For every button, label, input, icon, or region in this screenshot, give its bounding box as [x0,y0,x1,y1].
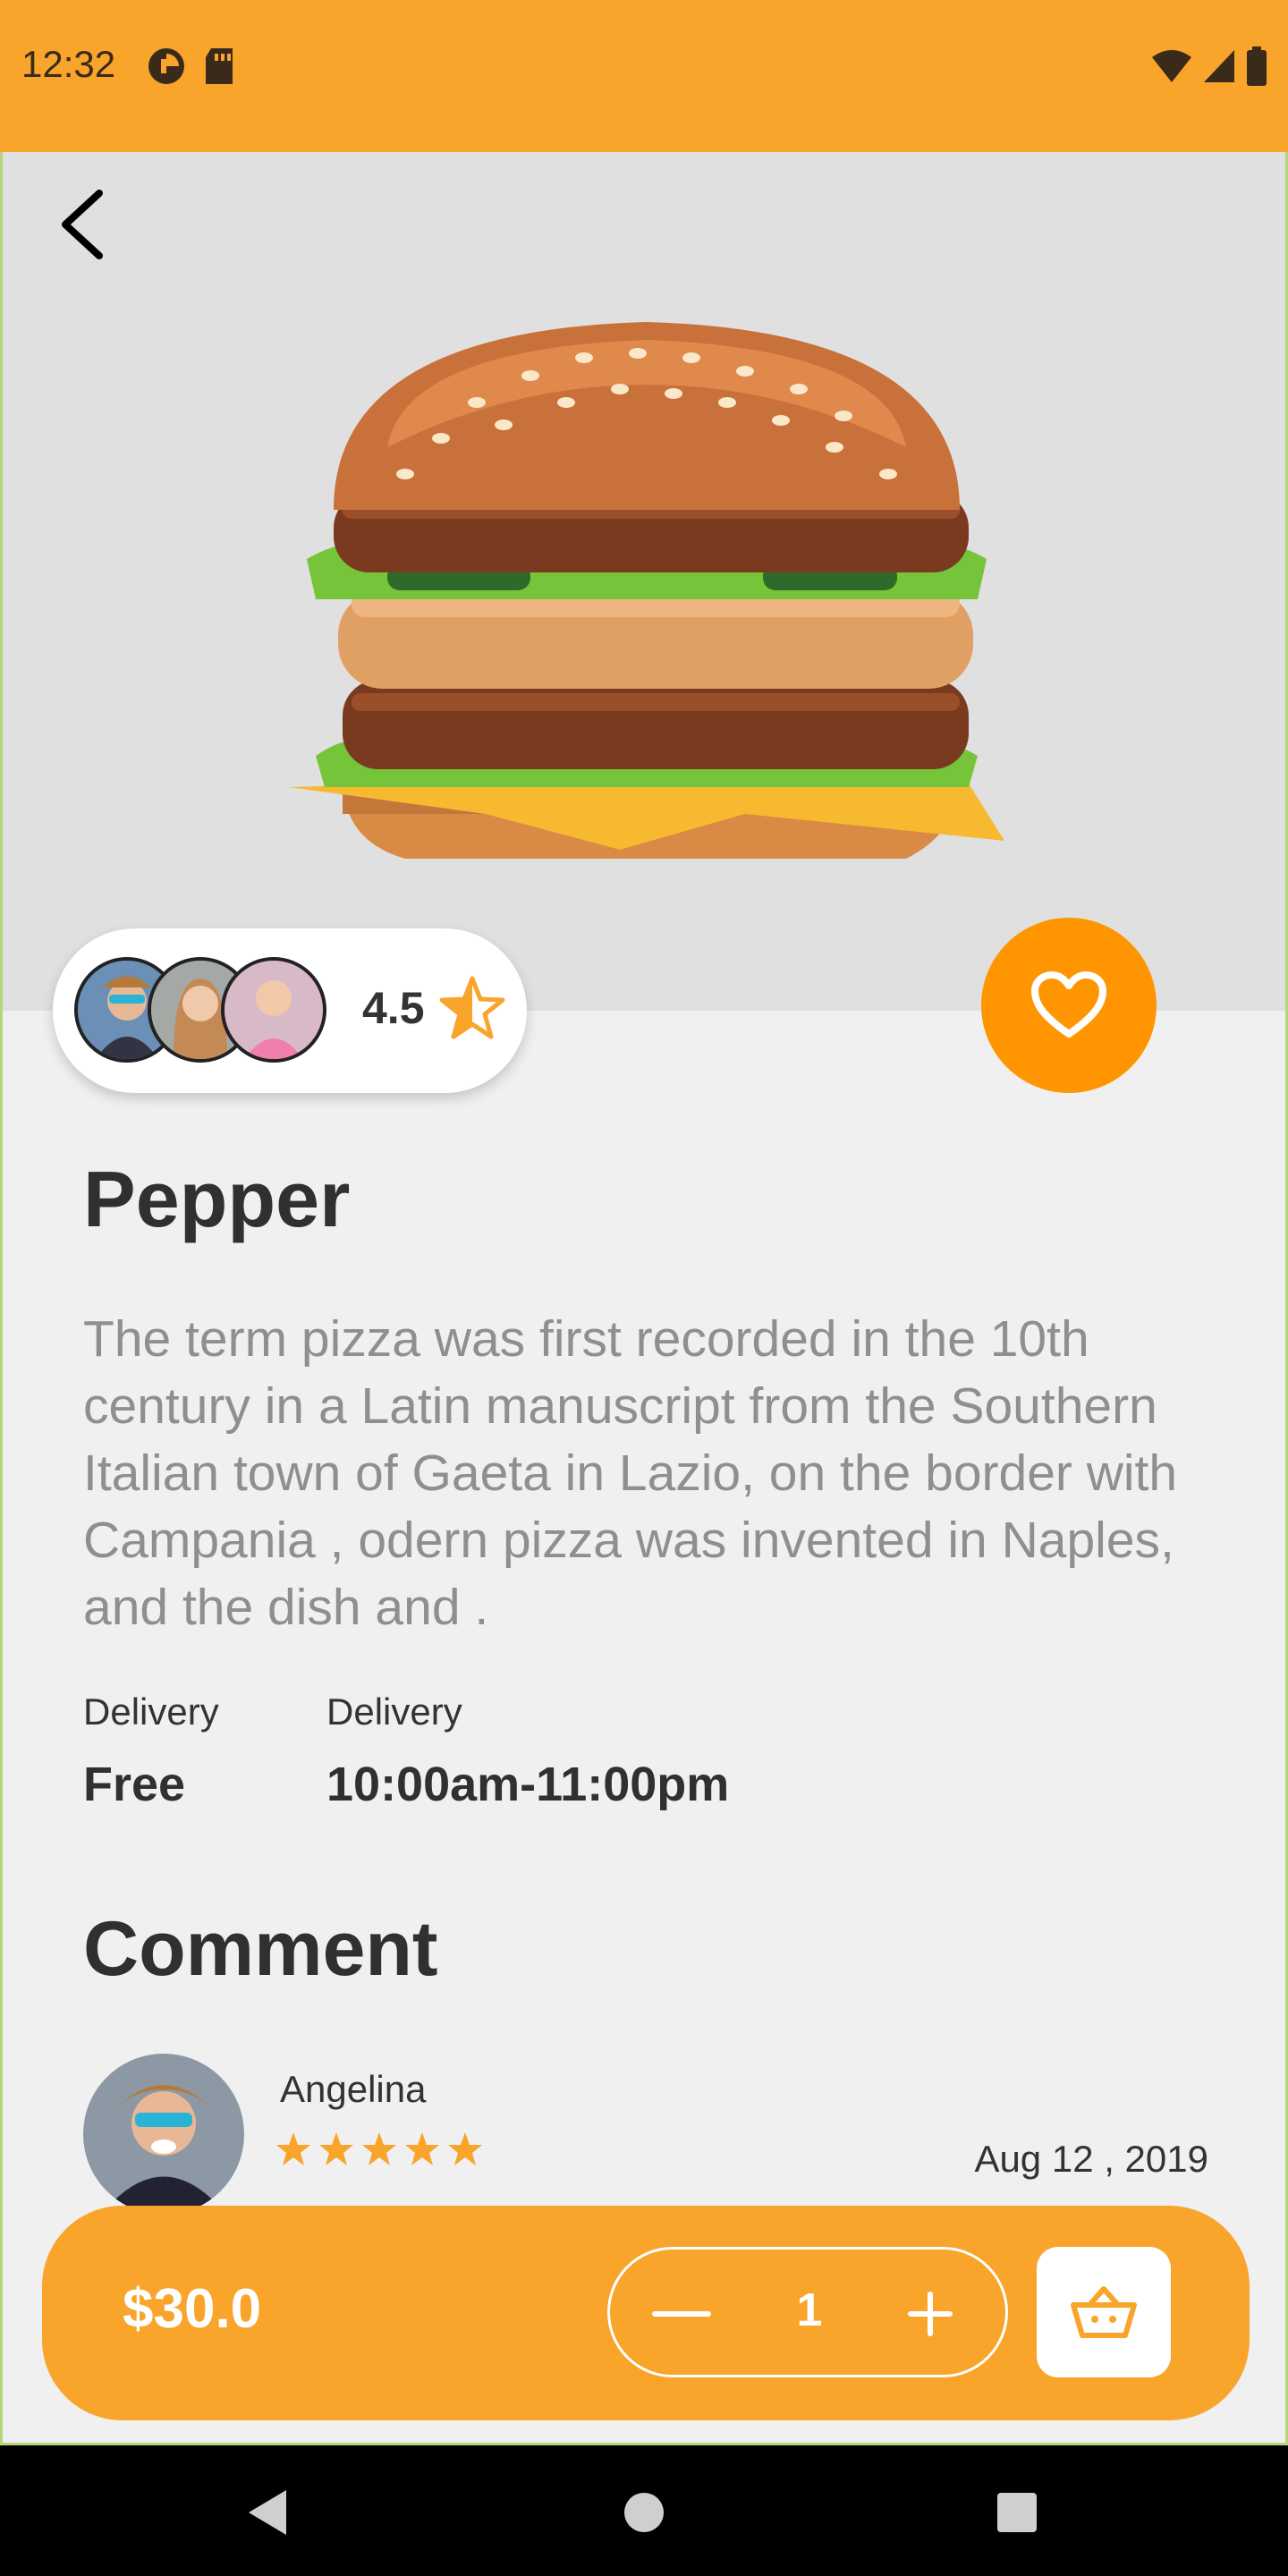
recents-square-icon [997,2493,1037,2532]
signal-icon [1204,50,1234,82]
sd-card-icon [206,48,233,84]
basket-icon [1071,2286,1137,2338]
wifi-icon [1152,50,1191,82]
comment-avatar [83,2054,244,2215]
minus-icon [652,2311,711,2317]
quantity-stepper: 1 [607,2247,1008,2377]
commenter-name: Angelina [280,2068,427,2110]
nav-back-button[interactable] [236,2481,299,2544]
avatar [221,957,326,1063]
rating-value: 4.5 [362,983,425,1033]
back-button[interactable] [53,184,115,265]
half-star-icon [439,976,505,1039]
burger-image [289,322,1004,859]
delivery-fee: Delivery Free [83,1690,219,1812]
quantity-value: 1 [796,2284,823,2336]
reviewer-avatars [74,957,326,1064]
nav-home-button[interactable] [613,2481,675,2544]
star-icon [362,2132,396,2165]
delivery-fee-label: Delivery [83,1690,219,1733]
increase-quantity-button[interactable] [894,2278,966,2350]
product-detail-screen: 4.5 Pepper The term pizza was first reco… [0,152,1288,2445]
product-name: Pepper [83,1155,351,1243]
order-bar: $30.0 1 [42,2206,1250,2420]
status-bar: 12:32 [0,0,1288,152]
comment-heading: Comment [83,1906,438,1992]
heart-icon [1031,971,1106,1038]
system-nav-bar [0,2445,1288,2576]
star-icon [448,2132,482,2165]
battery-icon [1247,47,1267,86]
plus-icon [908,2292,953,2336]
add-to-basket-button[interactable] [1037,2247,1171,2377]
status-icons-right [1150,47,1268,86]
star-icon [405,2132,439,2165]
comment-rating [275,2131,484,2168]
nav-recents-button[interactable] [986,2481,1048,2544]
delivery-time: Delivery 10:00am-11:00pm [326,1690,729,1812]
rating-pill[interactable]: 4.5 [53,928,527,1093]
status-time: 12:32 [21,43,116,85]
product-description: The term pizza was first recorded in the… [83,1310,1178,1636]
delivery-time-value: 10:00am-11:00pm [326,1758,730,1811]
decrease-quantity-button[interactable] [646,2278,717,2350]
data-saver-icon [148,48,184,84]
favorite-button[interactable] [981,918,1157,1093]
home-circle-icon [624,2493,664,2532]
delivery-time-label: Delivery [326,1690,462,1733]
price: $30.0 [123,2278,262,2340]
star-icon [319,2132,353,2165]
product-hero [3,152,1285,1011]
delivery-fee-value: Free [83,1758,186,1811]
star-icon [276,2132,310,2165]
comment-date: Aug 12 , 2019 [974,2138,1208,2180]
back-triangle-icon [249,2490,286,2535]
chevron-left-icon [62,190,103,259]
status-icons-left [147,47,238,86]
